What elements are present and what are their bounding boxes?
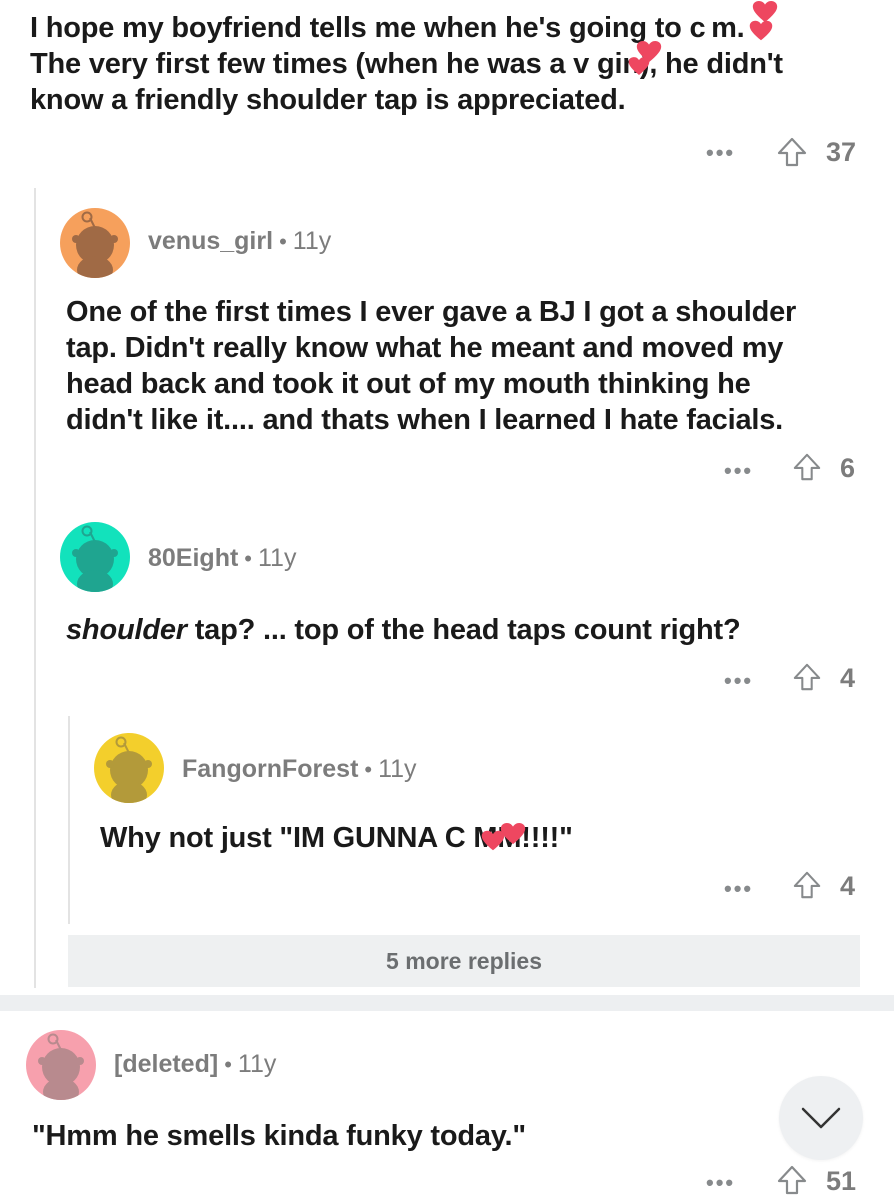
comment-age: 11y [378,755,417,783]
more-replies-button[interactable]: 5 more replies [68,935,860,987]
comment-age: 11y [237,1050,277,1078]
thread-separator [0,995,894,1011]
comment-meta: FangornForest • 11y [182,755,417,784]
avatar [26,1030,96,1100]
thread-line[interactable] [68,716,70,924]
comment-meta: venus_girl • 11y [148,227,331,256]
comment-text: tap? ... top of the head taps count righ… [186,614,741,646]
avatar[interactable] [60,522,130,592]
meta-dot: • [364,757,373,782]
vote-count: 37 [826,137,857,167]
thread-line[interactable] [34,188,36,988]
comment-age: 11y [258,544,297,572]
vote-count: 4 [840,871,856,901]
heart-sticker-icon [628,56,650,76]
comment-body: shoulder tap? ... top of the head taps c… [66,612,741,648]
comment-line: head back and took it out of my mouth th… [66,368,751,400]
meta-dot: • [279,229,287,254]
username-link[interactable]: FangornForest [182,755,358,783]
comment-meta: 80Eight • 11y [148,544,296,573]
vote-count: 51 [826,1166,857,1196]
username-link[interactable]: venus_girl [148,227,273,255]
scroll-down-button[interactable] [779,1076,863,1160]
snoo-avatar-icon [60,522,130,592]
upvote-arrow-icon[interactable] [792,662,822,692]
avatar[interactable] [94,733,164,803]
comment-italic-text: shoulder [66,614,187,646]
comment-text: "Hmm he smells kinda funky today." [32,1120,526,1152]
upvote-arrow-icon[interactable] [792,452,822,482]
vote-count: 4 [840,663,856,693]
heart-sticker-icon [500,822,526,845]
comment-body: "Hmm he smells kinda funky today." [32,1118,526,1154]
username-link[interactable]: 80Eight [148,544,238,572]
more-options-button[interactable]: ••• [724,876,753,902]
more-options-button[interactable]: ••• [724,668,753,694]
snoo-avatar-icon [94,733,164,803]
post-body: I hope my boyfriend tells me when he's g… [30,10,783,118]
meta-dot: • [224,1052,232,1077]
comment-meta: [deleted] • 11y [114,1050,276,1079]
comment-age: 11y [292,227,332,255]
post-line: I hope my boyfriend tells me when he's g… [30,12,745,44]
comment-line: didn't like it.... and thats when I lear… [66,404,784,436]
username-label: [deleted] [114,1050,219,1078]
chevron-down-icon [801,1107,841,1129]
upvote-arrow-icon[interactable] [776,1164,808,1196]
vote-count: 6 [840,453,856,483]
more-options-button[interactable]: ••• [706,140,735,166]
snoo-avatar-icon [26,1030,96,1100]
post-line: know a friendly shoulder tap is apprecia… [30,84,626,116]
upvote-arrow-icon[interactable] [776,136,808,168]
snoo-avatar-icon [60,208,130,278]
post-line: The very first few times (when he was a … [30,48,783,80]
upvote-arrow-icon[interactable] [792,870,822,900]
meta-dot: • [244,546,252,571]
comment-line: One of the first times I ever gave a BJ … [66,296,797,328]
comment-body: One of the first times I ever gave a BJ … [66,294,796,438]
more-options-button[interactable]: ••• [706,1170,735,1196]
comment-line: tap. Didn't really know what he meant an… [66,332,784,364]
avatar[interactable] [60,208,130,278]
more-options-button[interactable]: ••• [724,458,753,484]
heart-sticker-icon [749,20,773,41]
